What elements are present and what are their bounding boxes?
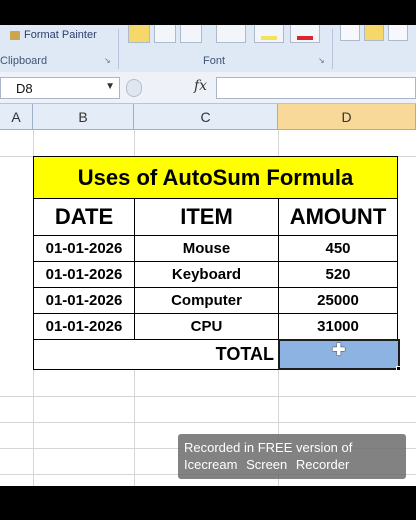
- alignment-buttons: [338, 25, 416, 45]
- ribbon-separator: [332, 29, 333, 69]
- ribbon: Format Painter Clipboard ↘ Font ↘: [0, 25, 416, 72]
- table-title[interactable]: Uses of AutoSum Formula: [33, 156, 398, 199]
- table-cell-item[interactable]: Computer: [134, 287, 279, 314]
- table-cell-date[interactable]: 01-01-2026: [33, 287, 135, 314]
- ribbon-separator: [118, 29, 119, 69]
- table-cell-item[interactable]: CPU: [134, 313, 279, 340]
- name-box-value: D8: [16, 81, 33, 96]
- table-cell-date[interactable]: 01-01-2026: [33, 261, 135, 288]
- bold-button[interactable]: [128, 25, 150, 43]
- font-buttons: [124, 25, 330, 45]
- formula-bar: D8 ▼ fx: [0, 72, 416, 104]
- name-box[interactable]: D8 ▼: [0, 77, 120, 99]
- group-label-clipboard: Clipboard: [0, 55, 48, 67]
- total-label[interactable]: TOTAL: [33, 339, 279, 370]
- worksheet-grid[interactable]: A B C D Uses of AutoSum Formula DATE ITE…: [0, 104, 416, 486]
- cell-cursor-icon: ✚: [332, 342, 346, 359]
- borders-button[interactable]: [216, 25, 246, 43]
- column-header-c[interactable]: C: [134, 104, 278, 130]
- table-cell-date[interactable]: 01-01-2026: [33, 313, 135, 340]
- table-cell-date[interactable]: 01-01-2026: [33, 235, 135, 262]
- group-label-font: Font: [203, 55, 226, 67]
- format-painter-label: Format Painter: [24, 29, 97, 41]
- font-launcher-icon[interactable]: ↘: [318, 56, 325, 65]
- table-cell-item[interactable]: Mouse: [134, 235, 279, 262]
- header-item[interactable]: ITEM: [134, 198, 279, 236]
- formula-input[interactable]: [216, 77, 416, 99]
- chevron-down-icon[interactable]: ▼: [105, 81, 115, 92]
- column-header-d[interactable]: D: [278, 104, 416, 130]
- underline-button[interactable]: [180, 25, 202, 43]
- header-amount[interactable]: AMOUNT: [278, 198, 398, 236]
- recorder-watermark: Recorded in FREE version of Icecream Scr…: [178, 434, 406, 479]
- column-header-a[interactable]: A: [0, 104, 33, 130]
- formula-bar-resize-handle[interactable]: [126, 79, 142, 97]
- font-color-button[interactable]: [290, 25, 320, 43]
- fill-color-button[interactable]: [254, 25, 284, 43]
- gridline: [0, 396, 416, 397]
- table-cell-amount[interactable]: 25000: [278, 287, 398, 314]
- table-cell-amount[interactable]: 450: [278, 235, 398, 262]
- table-cell-amount[interactable]: 520: [278, 261, 398, 288]
- header-date[interactable]: DATE: [33, 198, 135, 236]
- align-bottom-button[interactable]: [388, 25, 408, 41]
- watermark-line-2: Icecream Screen Recorder: [184, 457, 350, 472]
- column-header-b[interactable]: B: [33, 104, 134, 130]
- gridline: [0, 422, 416, 423]
- align-top-button[interactable]: [340, 25, 360, 41]
- format-painter-button[interactable]: Format Painter: [10, 29, 97, 41]
- fill-handle[interactable]: [396, 366, 401, 371]
- italic-button[interactable]: [154, 25, 176, 43]
- insert-function-icon[interactable]: fx: [194, 78, 207, 94]
- align-middle-button[interactable]: [364, 25, 384, 41]
- watermark-line-1: Recorded in FREE version of: [184, 440, 353, 455]
- table-cell-amount[interactable]: 31000: [278, 313, 398, 340]
- paintbrush-icon: [10, 30, 20, 40]
- table-cell-item[interactable]: Keyboard: [134, 261, 279, 288]
- clipboard-launcher-icon[interactable]: ↘: [104, 56, 111, 65]
